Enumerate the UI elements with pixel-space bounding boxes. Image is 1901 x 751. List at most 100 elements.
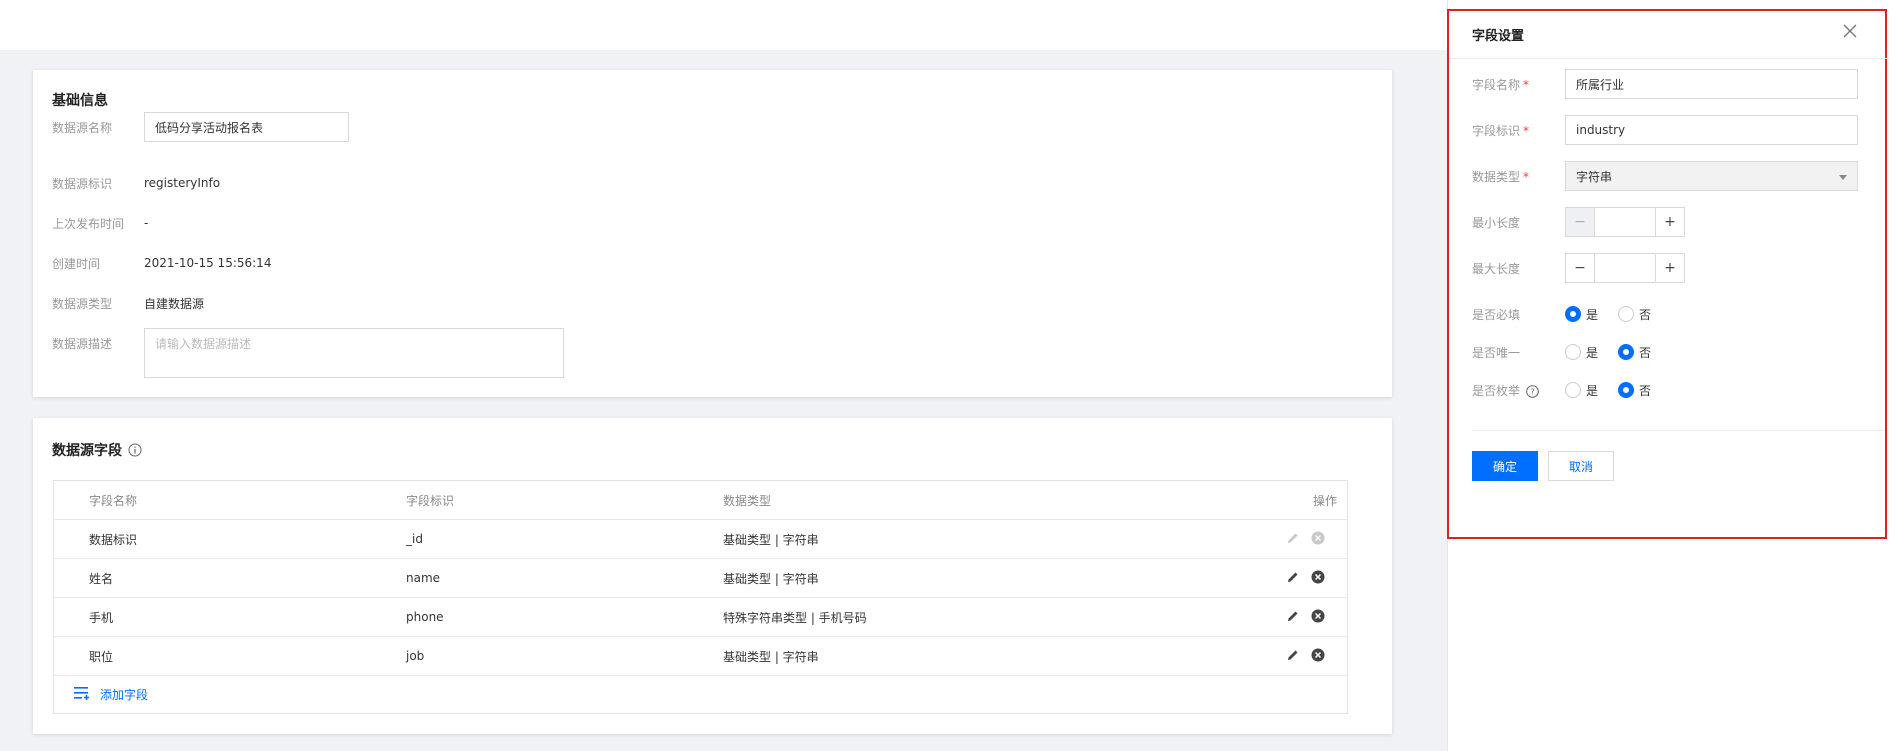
datasource-desc-label: 数据源描述 <box>52 337 113 351</box>
created-time-label: 创建时间 <box>52 256 101 271</box>
field-name-label: 字段名称 * <box>1472 77 1530 92</box>
enum-radio-group: 是 否 <box>1565 382 1671 399</box>
fields-card: 数据源字段 字段名称 字段标识 数据类型 操作 数据标识 _id 基础类型 | … <box>33 418 1392 734</box>
table-row: 手机 phone 特殊字符串类型 | 手机号码 <box>54 598 1347 637</box>
datasource-name-input[interactable]: 低码分享活动报名表 <box>144 112 349 142</box>
last-publish-value: - <box>144 216 149 230</box>
table-row: 数据标识 _id 基础类型 | 字符串 <box>54 520 1347 559</box>
header-data-type: 数据类型 <box>723 493 772 508</box>
enum-no-radio[interactable]: 否 <box>1618 382 1651 399</box>
enum-yes-radio[interactable]: 是 <box>1565 382 1598 399</box>
table-row: 姓名 name 基础类型 | 字符串 <box>54 559 1347 598</box>
unique-label: 是否唯一 <box>1472 345 1521 360</box>
max-increment-button[interactable]: + <box>1655 253 1685 283</box>
edit-icon <box>1287 532 1299 547</box>
edit-icon[interactable] <box>1287 649 1299 664</box>
created-time-value: 2021-10-15 15:56:14 <box>144 256 272 270</box>
header-actions: 操作 <box>1312 494 1337 508</box>
row-actions <box>1287 637 1325 676</box>
max-length-label: 最大长度 <box>1472 261 1521 276</box>
min-increment-button[interactable]: + <box>1655 207 1685 237</box>
datasource-desc-row: 数据源描述 请输入数据源描述 <box>52 328 564 380</box>
unique-no-radio[interactable]: 否 <box>1618 344 1651 361</box>
delete-icon[interactable] <box>1311 648 1325 665</box>
close-icon[interactable] <box>1843 24 1857 41</box>
add-field-button[interactable]: 添加字段 <box>54 676 1347 713</box>
delete-icon <box>1311 531 1325 548</box>
cancel-button[interactable]: 取消 <box>1548 451 1614 481</box>
help-icon[interactable]: ? <box>1526 384 1539 398</box>
fields-title-wrap: 数据源字段 <box>52 440 142 460</box>
data-type-value: 字符串 <box>1576 169 1613 184</box>
fields-title: 数据源字段 <box>52 443 122 459</box>
enum-row: 是否枚举 ? 是 否 <box>1472 375 1671 405</box>
row-actions <box>1287 559 1325 598</box>
row-field-name: 职位 <box>89 649 114 664</box>
field-key-row: 字段标识 * industry <box>1472 115 1858 145</box>
basic-info-card: 基础信息 数据源名称 低码分享活动报名表 数据源标识 registeryInfo… <box>33 70 1392 397</box>
last-publish-label: 上次发布时间 <box>52 216 125 231</box>
row-field-key: _id <box>406 532 423 546</box>
min-length-label: 最小长度 <box>1472 215 1521 230</box>
max-length-row: 最大长度 − + <box>1472 253 1685 283</box>
required-no-radio[interactable]: 否 <box>1618 306 1651 323</box>
row-data-type: 特殊字符串类型 | 手机号码 <box>723 610 867 625</box>
row-data-type: 基础类型 | 字符串 <box>723 532 819 547</box>
row-field-name: 手机 <box>89 610 114 625</box>
data-type-select[interactable]: 字符串 <box>1565 161 1858 191</box>
table-row: 职位 job 基础类型 | 字符串 <box>54 637 1347 676</box>
panel-footer-divider <box>1472 430 1885 431</box>
field-key-input[interactable]: industry <box>1565 115 1858 145</box>
min-length-stepper: − + <box>1565 207 1685 237</box>
edit-icon[interactable] <box>1287 610 1299 625</box>
edit-icon[interactable] <box>1287 571 1299 586</box>
datasource-key-value: registeryInfo <box>144 176 221 190</box>
row-field-name: 数据标识 <box>89 532 138 547</box>
enum-label: 是否枚举 ? <box>1472 382 1565 399</box>
delete-icon[interactable] <box>1311 570 1325 587</box>
data-type-label: 数据类型 * <box>1472 169 1530 184</box>
datasource-name-label: 数据源名称 <box>52 120 113 135</box>
unique-radio-group: 是 否 <box>1565 344 1671 361</box>
datasource-name-row: 数据源名称 低码分享活动报名表 <box>52 112 349 142</box>
unique-yes-radio[interactable]: 是 <box>1565 344 1598 361</box>
max-length-stepper: − + <box>1565 253 1685 283</box>
field-name-row: 字段名称 * 所属行业 <box>1472 69 1858 99</box>
row-data-type: 基础类型 | 字符串 <box>723 571 819 586</box>
datasource-type-value: 自建数据源 <box>144 296 205 311</box>
row-field-key: job <box>406 649 425 663</box>
header-field-name: 字段名称 <box>89 493 138 508</box>
last-publish-row: 上次发布时间 - <box>52 208 148 238</box>
row-data-type: 基础类型 | 字符串 <box>723 649 819 664</box>
max-length-input[interactable] <box>1595 253 1655 283</box>
max-decrement-button[interactable]: − <box>1565 253 1595 283</box>
row-actions <box>1287 598 1325 637</box>
required-label: 是否必填 <box>1472 307 1521 322</box>
delete-icon[interactable] <box>1311 609 1325 626</box>
datasource-type-row: 数据源类型 自建数据源 <box>52 288 204 318</box>
field-key-label: 字段标识 * <box>1472 123 1530 138</box>
panel-divider <box>1449 58 1889 59</box>
table-header: 字段名称 字段标识 数据类型 操作 <box>54 481 1347 520</box>
datasource-desc-textarea[interactable]: 请输入数据源描述 <box>144 328 564 378</box>
data-type-row: 数据类型 * 字符串 <box>1472 161 1858 191</box>
min-length-row: 最小长度 − + <box>1472 207 1685 237</box>
fields-table: 字段名称 字段标识 数据类型 操作 数据标识 _id 基础类型 | 字符串 姓名… <box>53 480 1348 714</box>
caret-down-icon <box>1839 169 1847 183</box>
datasource-type-label: 数据源类型 <box>52 296 113 311</box>
required-radio-group: 是 否 <box>1565 306 1671 323</box>
add-list-icon <box>74 686 100 703</box>
required-yes-radio[interactable]: 是 <box>1565 306 1598 323</box>
row-actions <box>1287 520 1325 559</box>
basic-info-title: 基础信息 <box>52 93 108 109</box>
unique-row: 是否唯一 是 否 <box>1472 337 1671 367</box>
field-settings-frame: 字段设置 字段名称 * 所属行业 字段标识 * industry 数据类型 * 字符串… <box>1447 9 1889 539</box>
field-name-input[interactable]: 所属行业 <box>1565 69 1858 99</box>
created-time-row: 创建时间 2021-10-15 15:56:14 <box>52 248 271 278</box>
add-field-label: 添加字段 <box>100 688 149 702</box>
info-icon[interactable] <box>128 443 142 457</box>
min-decrement-button[interactable]: − <box>1565 207 1595 237</box>
min-length-input[interactable] <box>1595 207 1655 237</box>
required-row: 是否必填 是 否 <box>1472 299 1671 329</box>
confirm-button[interactable]: 确定 <box>1472 451 1538 481</box>
